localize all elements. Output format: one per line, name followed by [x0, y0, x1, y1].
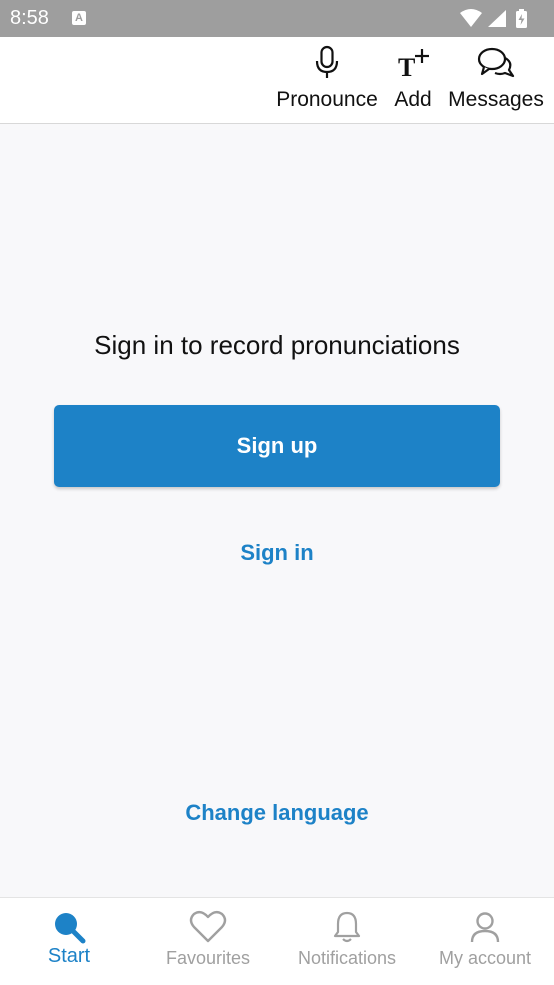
search-icon — [52, 910, 86, 949]
signal-icon — [488, 10, 506, 27]
nav-favourites-label: Favourites — [165, 948, 251, 968]
user-icon — [468, 910, 502, 949]
heart-icon — [189, 910, 227, 949]
app-notification-icon: A — [72, 11, 86, 25]
microphone-icon — [313, 45, 341, 86]
nav-favourites[interactable]: Favourites — [138, 898, 278, 985]
svg-text:T: T — [398, 53, 415, 81]
nav-notifications[interactable]: Notifications — [278, 898, 416, 985]
bottom-navigation: Start Favourites Notifications My accoun… — [0, 897, 554, 985]
nav-start-label: Start — [47, 945, 91, 967]
nav-notifications-label: Notifications — [297, 948, 397, 968]
chat-bubbles-icon — [476, 45, 516, 86]
battery-charging-icon — [516, 9, 527, 28]
messages-label: Messages — [448, 88, 544, 111]
sign-in-prompt: Sign in to record pronunciations — [94, 330, 460, 360]
add-text-icon: T — [395, 45, 431, 86]
change-language-link[interactable]: Change language — [0, 800, 554, 826]
status-icons — [458, 8, 544, 28]
add-label: Add — [394, 88, 432, 111]
status-bar: 8:58 A — [0, 0, 554, 37]
nav-start[interactable]: Start — [0, 898, 138, 985]
nav-my-account-label: My account — [438, 948, 532, 968]
top-bar: Pronounce T Add Messages — [0, 37, 554, 124]
status-time: 8:58 — [10, 7, 49, 29]
sign-up-button[interactable]: Sign up — [54, 405, 500, 487]
nav-my-account[interactable]: My account — [416, 898, 554, 985]
pronounce-label: Pronounce — [276, 88, 378, 111]
bell-icon — [331, 910, 363, 949]
messages-button[interactable]: Messages — [446, 37, 546, 123]
pronounce-button[interactable]: Pronounce — [274, 37, 380, 123]
sign-in-link[interactable]: Sign in — [0, 540, 554, 566]
add-button[interactable]: T Add — [386, 37, 440, 123]
wifi-icon — [460, 9, 482, 27]
